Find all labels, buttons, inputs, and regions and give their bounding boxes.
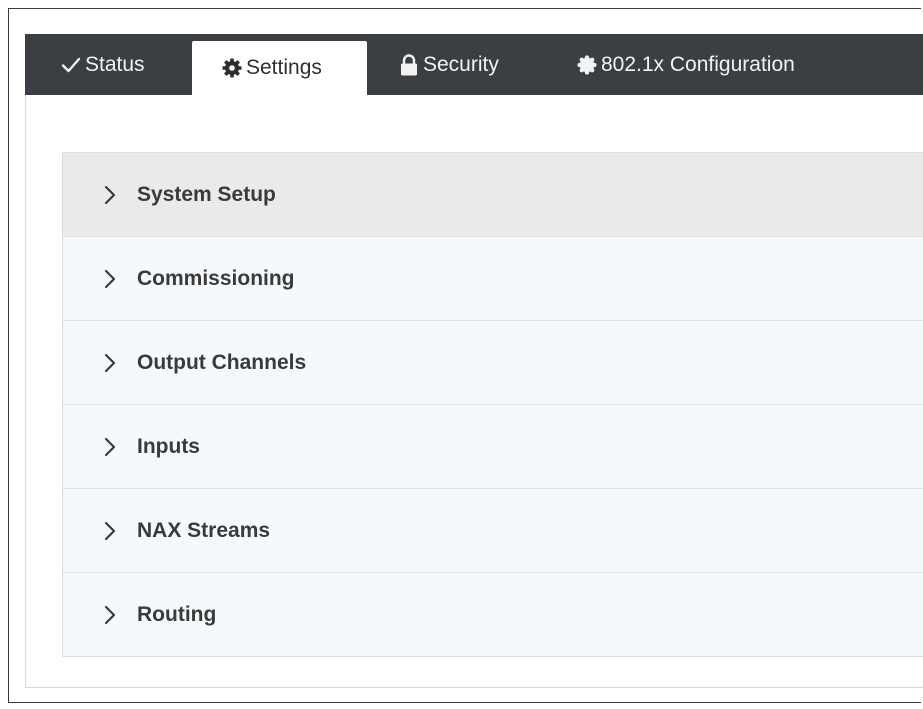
accordion-item-label: System Setup <box>137 182 276 206</box>
accordion-item-label: NAX Streams <box>137 518 271 542</box>
tab-802-1x-configuration-label: 802.1x Configuration <box>601 52 795 76</box>
tab-status-label: Status <box>85 52 145 76</box>
chevron-right-icon <box>103 437 117 457</box>
tab-security[interactable]: Security <box>367 34 544 95</box>
accordion-item-label: Routing <box>137 603 217 626</box>
accordion-item-routing[interactable]: Routing <box>63 573 923 657</box>
tab-bar: Status Settings Security 802.1x Configur… <box>25 34 923 95</box>
chevron-right-icon <box>103 521 117 541</box>
accordion-item-label: Inputs <box>137 434 200 458</box>
chevron-right-icon <box>103 353 117 373</box>
chevron-right-icon <box>103 269 117 289</box>
tab-802-1x-configuration[interactable]: 802.1x Configuration <box>544 34 844 95</box>
settings-accordion: System Setup Commissioning Output Channe… <box>62 152 923 657</box>
accordion-item-inputs[interactable]: Inputs <box>63 405 923 489</box>
badge-icon <box>577 54 597 75</box>
tab-settings-label: Settings <box>246 56 322 79</box>
tab-status[interactable]: Status <box>25 34 192 95</box>
accordion-item-commissioning[interactable]: Commissioning <box>63 237 923 321</box>
accordion-item-label: Output Channels <box>137 350 307 374</box>
accordion-item-output-channels[interactable]: Output Channels <box>63 321 923 405</box>
chevron-right-icon <box>103 605 117 625</box>
check-icon <box>61 56 81 74</box>
tab-settings[interactable]: Settings <box>192 41 367 95</box>
tab-security-label: Security <box>423 52 499 76</box>
accordion-item-label: Commissioning <box>137 266 295 290</box>
accordion-item-system-setup[interactable]: System Setup <box>63 153 923 237</box>
lock-icon <box>399 53 419 76</box>
chevron-right-icon <box>103 185 117 205</box>
accordion-item-nax-streams[interactable]: NAX Streams <box>63 489 923 573</box>
gear-icon <box>222 58 242 78</box>
